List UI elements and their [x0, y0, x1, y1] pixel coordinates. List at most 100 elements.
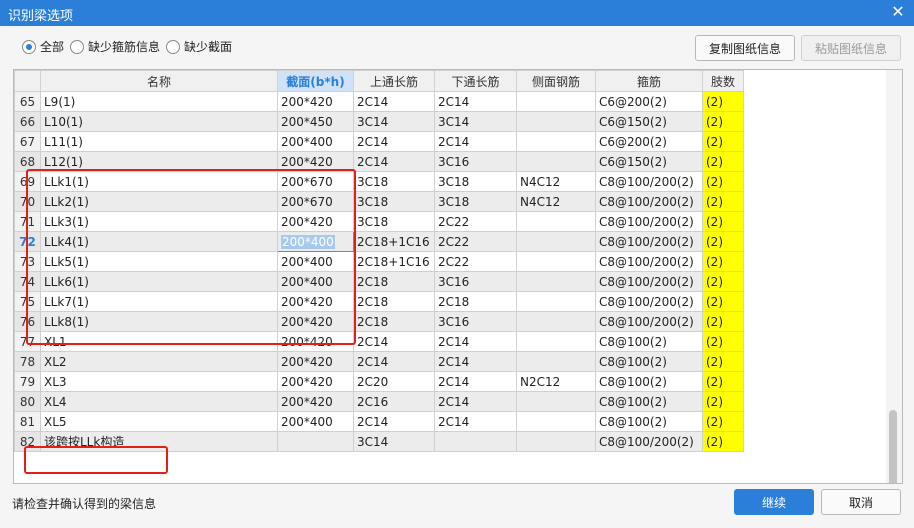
cell-legs[interactable]: (2)	[702, 91, 744, 112]
cell-bottom[interactable]: 3C14	[434, 111, 517, 132]
cell-legs[interactable]: (2)	[702, 131, 744, 152]
cell-stirrup[interactable]: C8@100(2)	[595, 371, 703, 392]
cell-side[interactable]	[516, 431, 596, 452]
cell-name[interactable]: L10(1)	[40, 111, 278, 132]
cell-side[interactable]	[516, 391, 596, 412]
cell-bottom[interactable]: 2C22	[434, 251, 517, 272]
cell-bottom[interactable]	[434, 431, 517, 452]
cell-name[interactable]: XL2	[40, 351, 278, 372]
cell-section[interactable]: 200*420	[277, 311, 354, 332]
row-number[interactable]: 77	[14, 331, 41, 352]
continue-button[interactable]: 继续	[734, 489, 814, 515]
cell-legs[interactable]: (2)	[702, 391, 744, 412]
cell-top[interactable]: 3C18	[353, 191, 435, 212]
cell-section[interactable]: 200*420	[277, 211, 354, 232]
cell-stirrup[interactable]: C8@100/200(2)	[595, 271, 703, 292]
table-row[interactable]: 82 该跨按LLk构造 3C14 C8@100/200(2) (2)	[14, 431, 744, 452]
cell-bottom[interactable]: 2C22	[434, 231, 517, 252]
cell-stirrup[interactable]: C8@100/200(2)	[595, 211, 703, 232]
cell-side[interactable]	[516, 231, 596, 252]
selected-text[interactable]: 200*400	[281, 234, 335, 249]
cell-legs[interactable]: (2)	[702, 311, 744, 332]
row-number[interactable]: 67	[14, 131, 41, 152]
radio-missing-stirrup[interactable]: 缺少箍筋信息	[70, 38, 160, 55]
cell-name[interactable]: L9(1)	[40, 91, 278, 112]
cell-bottom[interactable]: 2C18	[434, 291, 517, 312]
cell-top[interactable]: 2C14	[353, 411, 435, 432]
cell-side[interactable]	[516, 251, 596, 272]
column-header[interactable]: 箍筋	[595, 70, 703, 92]
row-number[interactable]: 66	[14, 111, 41, 132]
cell-section[interactable]: 200*400	[277, 411, 354, 432]
cell-bottom[interactable]: 3C16	[434, 151, 517, 172]
column-header[interactable]: 侧面钢筋	[516, 70, 596, 92]
cell-bottom[interactable]: 2C22	[434, 211, 517, 232]
cell-stirrup[interactable]: C8@100/200(2)	[595, 251, 703, 272]
cell-name[interactable]: XL3	[40, 371, 278, 392]
cell-bottom[interactable]: 2C14	[434, 91, 517, 112]
cell-legs[interactable]: (2)	[702, 251, 744, 272]
cell-side[interactable]	[516, 311, 596, 332]
cell-section[interactable]: 200*420	[277, 371, 354, 392]
table-row[interactable]: 77 XL1 200*420 2C14 2C14 C8@100(2) (2)	[14, 331, 744, 352]
cell-side[interactable]	[516, 91, 596, 112]
cell-legs[interactable]: (2)	[702, 111, 744, 132]
cell-legs[interactable]: (2)	[702, 211, 744, 232]
cell-bottom[interactable]: 2C14	[434, 371, 517, 392]
table-row[interactable]: 76 LLk8(1) 200*420 2C18 3C16 C8@100/200(2) (2)	[14, 311, 744, 332]
column-header[interactable]: 下通长筋	[434, 70, 517, 92]
cell-stirrup[interactable]: C8@100(2)	[595, 391, 703, 412]
radio-all[interactable]: 全部	[22, 38, 64, 55]
cell-stirrup[interactable]: C6@200(2)	[595, 91, 703, 112]
table-row[interactable]: 73 LLk5(1) 200*400 2C18+1C16 2C22 C8@100/200(…	[14, 251, 744, 272]
table-row[interactable]: 72 LLk4(1) 200*400 2C18+1C16 2C22 C8@100/200(…	[14, 231, 744, 252]
row-number[interactable]: 70	[14, 191, 41, 212]
cell-stirrup[interactable]: C8@100/200(2)	[595, 171, 703, 192]
cell-legs[interactable]: (2)	[702, 191, 744, 212]
cell-stirrup[interactable]: C8@100(2)	[595, 351, 703, 372]
cell-legs[interactable]: (2)	[702, 371, 744, 392]
cell-side[interactable]	[516, 411, 596, 432]
cell-top[interactable]: 2C18	[353, 311, 435, 332]
row-number[interactable]: 73	[14, 251, 41, 272]
cell-side[interactable]	[516, 351, 596, 372]
cell-legs[interactable]: (2)	[702, 291, 744, 312]
cell-section[interactable]: 200*670	[277, 191, 354, 212]
cell-stirrup[interactable]: C8@100(2)	[595, 331, 703, 352]
cell-section[interactable]: 200*400	[277, 271, 354, 292]
column-header[interactable]: 截面(b*h)	[277, 70, 354, 92]
cell-name[interactable]: LLk7(1)	[40, 291, 278, 312]
cell-section[interactable]: 200*670	[277, 171, 354, 192]
cell-name[interactable]: LLk2(1)	[40, 191, 278, 212]
table-row[interactable]: 78 XL2 200*420 2C14 2C14 C8@100(2) (2)	[14, 351, 744, 372]
cell-section[interactable]: 200*400	[277, 131, 354, 152]
scrollbar-thumb[interactable]	[889, 410, 897, 483]
vertical-scrollbar[interactable]	[886, 70, 902, 483]
cell-section[interactable]: 200*400	[277, 231, 354, 252]
column-header[interactable]: 名称	[40, 70, 278, 92]
cell-bottom[interactable]: 2C14	[434, 331, 517, 352]
cell-top[interactable]: 2C18	[353, 291, 435, 312]
beam-table[interactable]: 名称 截面(b*h) 上通长筋 下通长筋 侧面钢筋 箍筋 肢数 65 L9(1) 200*420…	[13, 69, 903, 484]
cell-bottom[interactable]: 3C18	[434, 171, 517, 192]
table-row[interactable]: 66 L10(1) 200*450 3C14 3C14 C6@150(2) (2)	[14, 111, 744, 132]
cell-stirrup[interactable]: C8@100/200(2)	[595, 231, 703, 252]
table-row[interactable]: 74 LLk6(1) 200*400 2C18 3C16 C8@100/200(2) (2)	[14, 271, 744, 292]
cell-name[interactable]: XL5	[40, 411, 278, 432]
cell-legs[interactable]: (2)	[702, 171, 744, 192]
cell-top[interactable]: 3C14	[353, 431, 435, 452]
cell-top[interactable]: 2C18	[353, 271, 435, 292]
cell-top[interactable]: 2C14	[353, 91, 435, 112]
table-row[interactable]: 81 XL5 200*400 2C14 2C14 C8@100(2) (2)	[14, 411, 744, 432]
cell-stirrup[interactable]: C6@150(2)	[595, 151, 703, 172]
cell-top[interactable]: 2C14	[353, 151, 435, 172]
cell-side[interactable]	[516, 271, 596, 292]
cell-legs[interactable]: (2)	[702, 331, 744, 352]
row-number[interactable]: 71	[14, 211, 41, 232]
cell-legs[interactable]: (2)	[702, 231, 744, 252]
cell-name[interactable]: LLk8(1)	[40, 311, 278, 332]
cell-side[interactable]: N2C12	[516, 371, 596, 392]
cancel-button[interactable]: 取消	[821, 489, 901, 515]
row-number[interactable]: 72	[14, 231, 41, 252]
cell-stirrup[interactable]: C8@100/200(2)	[595, 431, 703, 452]
